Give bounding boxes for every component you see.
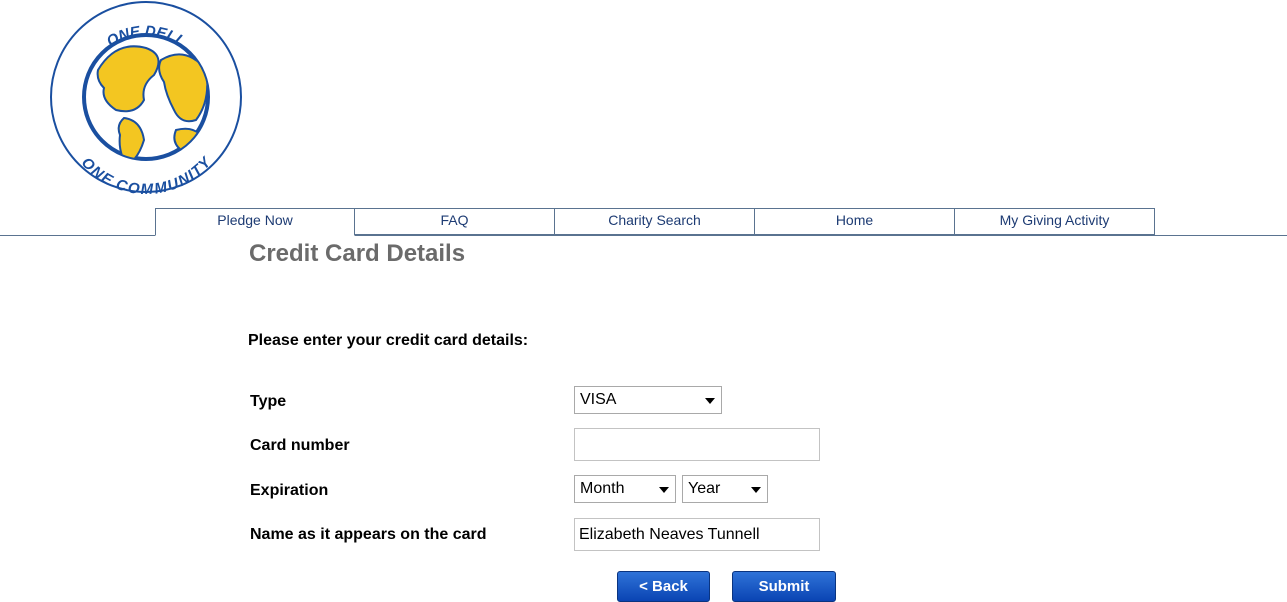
one-dell-one-community-logo: ONE DELL ONE COMMUNITY bbox=[46, 0, 246, 198]
expiration-label: Expiration bbox=[250, 482, 329, 499]
main-nav: Pledge Now FAQ Charity Search Home My Gi… bbox=[155, 208, 1155, 236]
card-type-select[interactable]: VISA bbox=[574, 386, 722, 414]
back-button[interactable]: < Back bbox=[617, 571, 710, 602]
card-number-input[interactable] bbox=[574, 428, 820, 461]
tab-my-giving-activity[interactable]: My Giving Activity bbox=[955, 208, 1155, 235]
chevron-down-icon bbox=[751, 487, 761, 493]
page-title: Credit Card Details bbox=[249, 240, 466, 267]
tab-charity-search[interactable]: Charity Search bbox=[555, 208, 755, 235]
name-on-card-label: Name as it appears on the card bbox=[250, 526, 487, 543]
year-value: Year bbox=[688, 480, 721, 497]
tab-home[interactable]: Home bbox=[755, 208, 955, 235]
form-intro: Please enter your credit card details: bbox=[248, 332, 529, 349]
expiration-month-select[interactable]: Month bbox=[574, 475, 676, 503]
chevron-down-icon bbox=[705, 398, 715, 404]
name-on-card-input[interactable]: Elizabeth Neaves Tunnell bbox=[574, 518, 820, 551]
tab-pledge-now[interactable]: Pledge Now bbox=[155, 208, 355, 236]
submit-button[interactable]: Submit bbox=[732, 571, 836, 602]
card-number-label: Card number bbox=[250, 437, 350, 454]
expiration-year-select[interactable]: Year bbox=[682, 475, 768, 503]
month-value: Month bbox=[580, 480, 625, 497]
tab-faq[interactable]: FAQ bbox=[355, 208, 555, 235]
card-type-value: VISA bbox=[580, 391, 617, 408]
chevron-down-icon bbox=[659, 487, 669, 493]
type-label: Type bbox=[250, 393, 287, 410]
